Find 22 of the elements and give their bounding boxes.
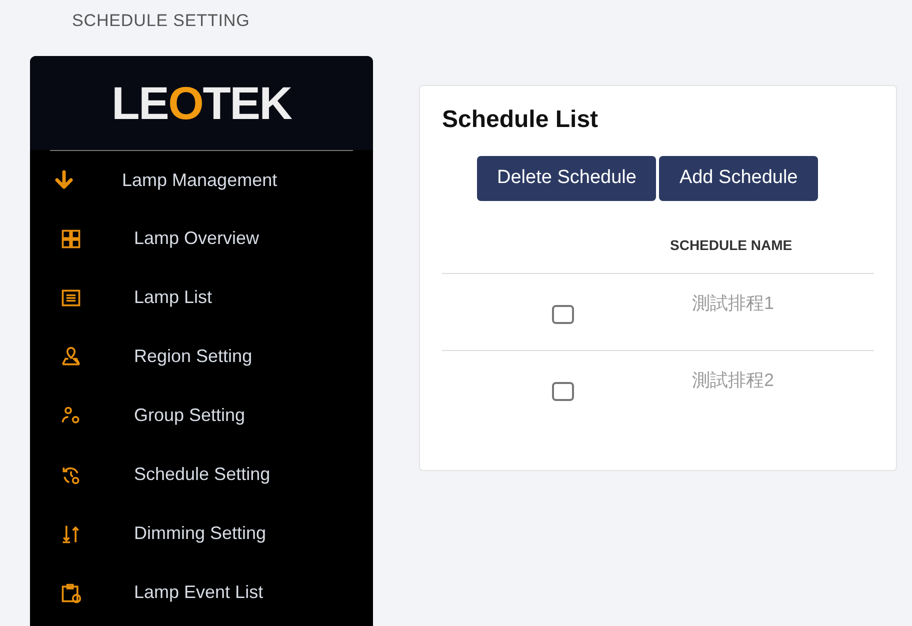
group-icon: [60, 404, 82, 426]
nav-item[interactable]: Lamp Event List: [134, 579, 264, 606]
table-cell-text: 測試排程2: [692, 369, 774, 391]
nav-item[interactable]: Dimming Setting: [134, 520, 266, 547]
nav-item[interactable]: Lamp List: [134, 284, 212, 311]
nav-item[interactable]: Region Setting: [134, 343, 252, 370]
checkbox[interactable]: [552, 305, 574, 324]
delete-button[interactable]: Delete Schedule: [477, 156, 656, 201]
nav-item[interactable]: Group Setting: [134, 402, 246, 429]
region-icon: [60, 346, 82, 368]
nav-item[interactable]: Lamp Overview: [134, 225, 260, 252]
card-title: Schedule List: [442, 105, 598, 135]
page-title: SCHEDULE SETTING: [72, 11, 250, 30]
logo: LEOTEK: [112, 76, 292, 130]
table-cell-text: 測試排程1: [692, 292, 774, 314]
nav-section[interactable]: Lamp Management: [122, 166, 278, 194]
grid-icon: [60, 228, 82, 250]
add-button[interactable]: Add Schedule: [659, 156, 818, 201]
nav-item[interactable]: Schedule Setting: [134, 461, 270, 488]
checkbox[interactable]: [552, 382, 574, 401]
column-header: SCHEDULE NAME: [670, 236, 792, 254]
event-icon: [60, 582, 82, 604]
